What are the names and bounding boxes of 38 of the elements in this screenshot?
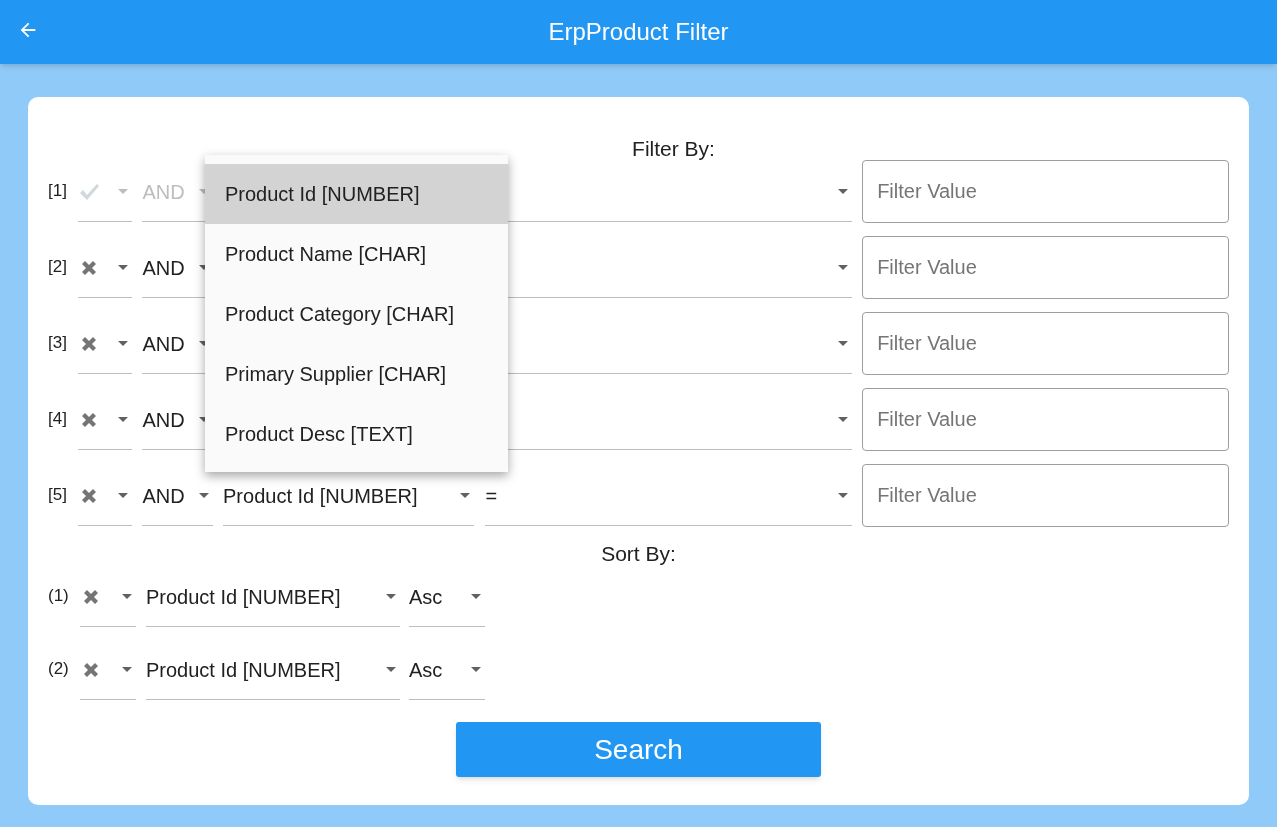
- sort-field-dropdown[interactable]: Product Id [NUMBER]: [146, 638, 400, 700]
- caret-icon: [838, 189, 849, 194]
- menu-item[interactable]: Product Id [NUMBER]: [205, 164, 508, 224]
- caret-icon: [118, 493, 129, 498]
- sort-direction-dropdown[interactable]: Asc: [409, 638, 485, 700]
- caret-icon: [838, 265, 849, 270]
- caret-icon: [199, 493, 210, 498]
- filter-value-field[interactable]: Filter Value: [862, 159, 1229, 223]
- filter-value-field[interactable]: Filter Value: [862, 311, 1229, 375]
- row-number: [5]: [48, 484, 68, 507]
- sort-field-dropdown[interactable]: Product Id [NUMBER]: [146, 565, 400, 627]
- caret-icon: [118, 341, 129, 346]
- caret-icon: [122, 667, 132, 672]
- row-number: (2): [48, 658, 70, 681]
- section-heading: Filter By:: [631, 136, 716, 162]
- caret-icon: [838, 493, 849, 498]
- filter-value-field[interactable]: Filter Value: [862, 463, 1229, 527]
- caret-icon: [386, 594, 396, 599]
- row-number: [3]: [48, 332, 68, 355]
- app-bar-title: ErpProduct Filter: [548, 17, 729, 47]
- sort-direction-dropdown[interactable]: Asc: [409, 565, 485, 627]
- caret-icon: [471, 667, 481, 672]
- caret-icon: [460, 493, 471, 498]
- caret-icon: [118, 265, 129, 270]
- caret-icon: [122, 594, 132, 599]
- row-number: (1): [48, 585, 70, 608]
- section-heading: Sort By:: [600, 541, 677, 567]
- caret-icon: [386, 667, 396, 672]
- caret-icon: [118, 189, 129, 194]
- filter-value-field[interactable]: Filter Value: [862, 387, 1229, 451]
- row-number: [2]: [48, 256, 68, 279]
- caret-icon: [838, 341, 849, 346]
- row-number: [4]: [48, 408, 68, 431]
- filter-value-field[interactable]: Filter Value: [862, 235, 1229, 299]
- caret-icon: [471, 594, 481, 599]
- row-number: [1]: [48, 180, 68, 203]
- caret-icon: [838, 417, 849, 422]
- caret-icon: [118, 417, 129, 422]
